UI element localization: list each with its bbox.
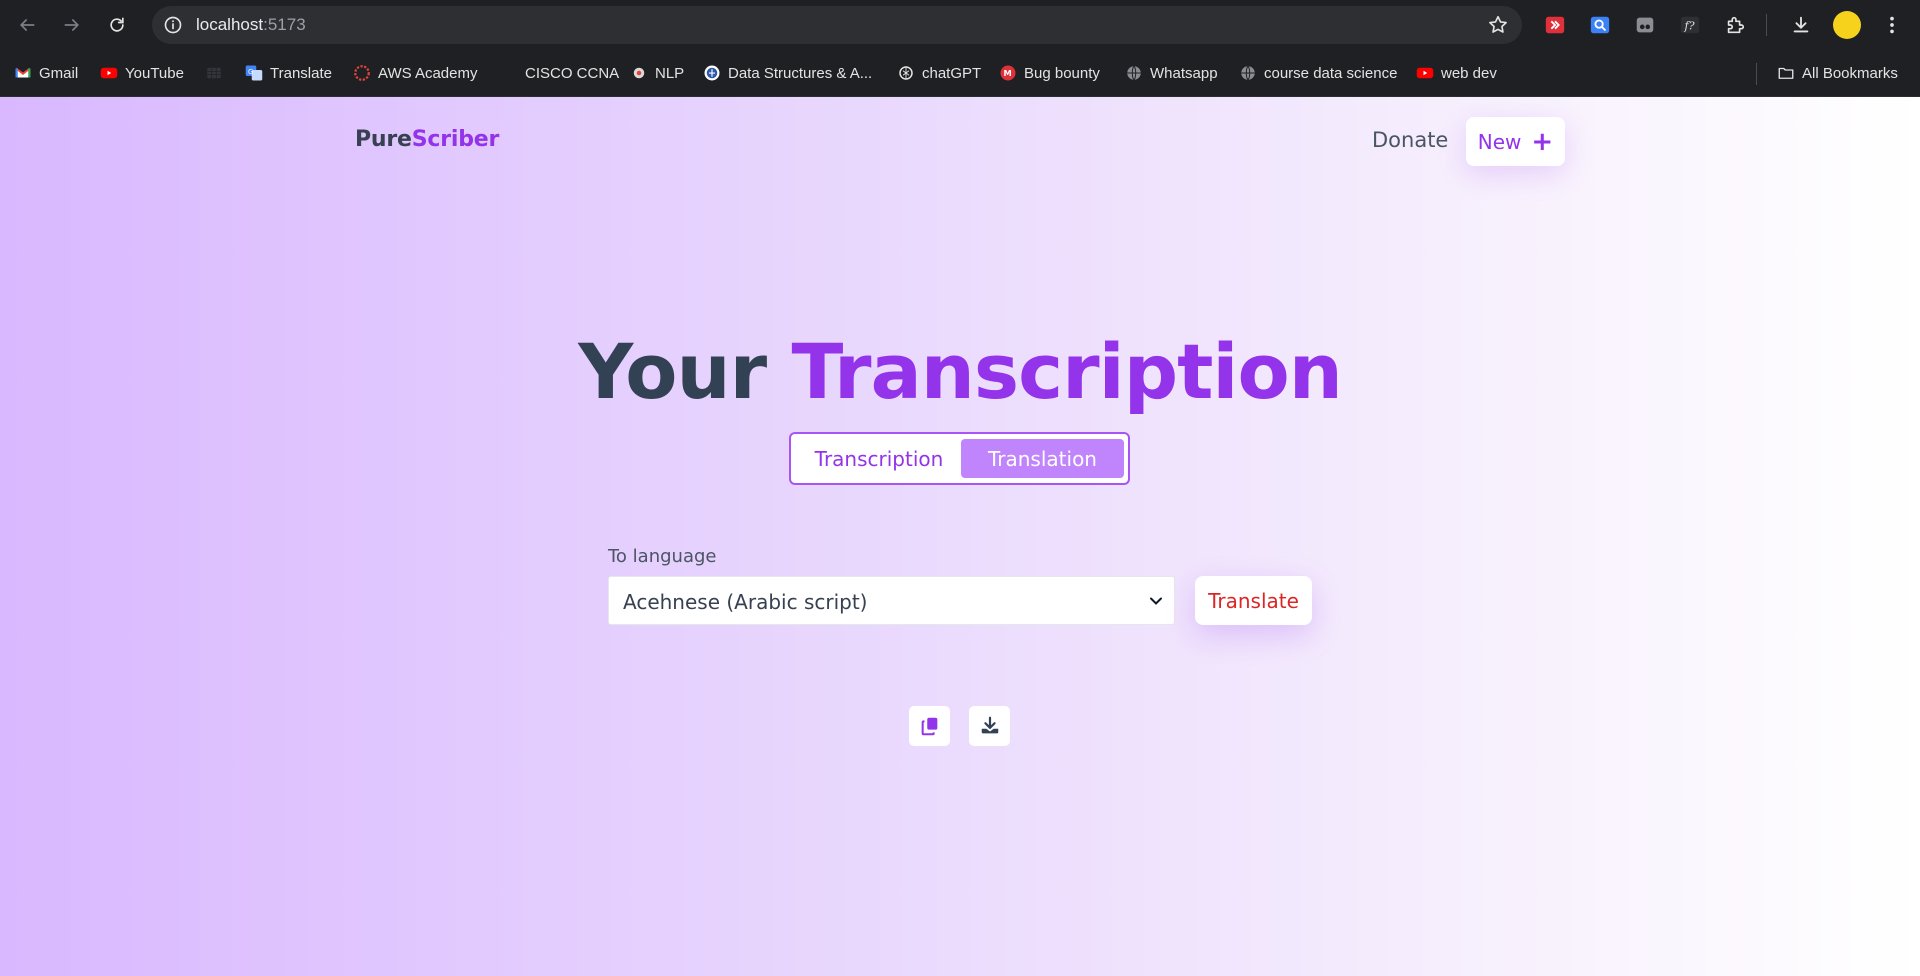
forward-arrow-icon <box>64 19 80 31</box>
bookmark-label: AWS Academy <box>378 64 478 82</box>
new-button-label: New <box>1477 129 1522 154</box>
bookmark-grid[interactable] <box>205 60 230 86</box>
language-select-value: Acehnese (Arabic script) <box>623 590 868 614</box>
grid-icon <box>205 64 223 82</box>
downloads-icon[interactable] <box>1787 11 1815 39</box>
bookmarks-bar: Gmail YouTube G Translate AWS Academy CI… <box>0 50 1920 97</box>
donate-link[interactable]: Donate <box>1372 128 1448 152</box>
download-button[interactable] <box>969 706 1010 746</box>
translate-icon: G <box>245 64 263 82</box>
language-select[interactable]: Acehnese (Arabic script) <box>608 576 1175 625</box>
bookmark-label: course data science <box>1264 64 1398 82</box>
svg-text:G: G <box>248 68 253 76</box>
bookmark-nlp[interactable]: NLP <box>630 60 684 86</box>
page: PureScriber Donate New + Your Transcript… <box>0 97 1920 976</box>
bookmark-translate[interactable]: G Translate <box>245 60 332 86</box>
app-logo[interactable]: PureScriber <box>355 127 499 152</box>
bookmark-course-data-science[interactable]: course data science <box>1239 60 1397 86</box>
bookmark-label: Gmail <box>39 64 79 82</box>
back-button[interactable] <box>12 10 42 40</box>
bookmark-gmail[interactable]: Gmail <box>14 60 78 86</box>
youtube-icon <box>1416 64 1434 82</box>
svg-text:M: M <box>1004 68 1012 78</box>
bookmark-label: chatGPT <box>922 64 982 82</box>
folder-icon <box>1777 64 1795 82</box>
nlp-icon <box>630 64 648 82</box>
extensions-puzzle-icon[interactable] <box>1721 11 1749 39</box>
bookmark-star-icon[interactable] <box>1486 13 1510 37</box>
bookmark-aws-academy[interactable]: AWS Academy <box>353 60 477 86</box>
bookmarks-divider <box>1756 63 1757 85</box>
all-bookmarks[interactable]: All Bookmarks <box>1777 60 1898 86</box>
back-arrow-icon <box>19 19 35 31</box>
bookmark-label: YouTube <box>125 64 184 82</box>
bookmark-bug-bounty[interactable]: M Bug bounty <box>999 60 1100 86</box>
logo-part-1: Pure <box>355 127 412 152</box>
new-button[interactable]: New + <box>1466 117 1565 166</box>
plus-icon: + <box>1531 126 1554 157</box>
svg-text:f?: f? <box>1684 20 1695 33</box>
bookmark-label: web dev <box>1441 64 1497 82</box>
bookmark-chatgpt[interactable]: chatGPT <box>897 60 981 86</box>
cisco-icon <box>500 64 518 82</box>
bug-bounty-icon: M <box>999 64 1017 82</box>
chevron-down-icon <box>1150 597 1162 605</box>
forward-button[interactable] <box>57 10 87 40</box>
bookmark-cisco[interactable]: CISCO CCNA <box>500 60 619 86</box>
bookmark-youtube[interactable]: YouTube <box>100 60 184 86</box>
copy-button[interactable] <box>909 706 950 746</box>
url-port: :5173 <box>263 15 306 34</box>
data-structures-icon <box>703 64 721 82</box>
toolbar-divider <box>1766 14 1767 36</box>
bookmark-whatsapp[interactable]: Whatsapp <box>1125 60 1218 86</box>
translate-button[interactable]: Translate <box>1195 576 1312 625</box>
extension-search-icon[interactable] <box>1586 11 1614 39</box>
globe-icon <box>1239 64 1257 82</box>
bookmark-web-dev[interactable]: web dev <box>1416 60 1497 86</box>
bookmark-label: Bug bounty <box>1024 64 1100 82</box>
reload-icon <box>110 17 124 32</box>
extension-red-icon[interactable] <box>1541 11 1569 39</box>
bookmark-label: Whatsapp <box>1150 64 1218 82</box>
extension-reader-icon[interactable] <box>1631 11 1659 39</box>
url-text: localhost:5173 <box>196 15 306 35</box>
extension-formula-icon[interactable]: f? <box>1676 11 1704 39</box>
url-host: localhost <box>196 15 264 34</box>
globe-icon <box>1125 64 1143 82</box>
aws-academy-icon <box>353 64 371 82</box>
copy-icon <box>921 717 937 736</box>
bookmark-label: NLP <box>655 64 685 82</box>
menu-kebab-icon[interactable] <box>1878 11 1906 39</box>
bookmark-label: Translate <box>270 64 332 82</box>
address-bar[interactable]: localhost:5173 <box>152 6 1522 44</box>
reload-button[interactable] <box>102 10 132 40</box>
title-part-2: Transcription <box>791 327 1343 416</box>
chatgpt-icon <box>897 64 915 82</box>
all-bookmarks-label: All Bookmarks <box>1802 64 1898 82</box>
profile-avatar[interactable] <box>1833 11 1861 39</box>
bookmark-label: CISCO CCNA <box>525 64 620 82</box>
mode-tabs: Transcription Translation <box>789 432 1130 485</box>
logo-part-2: Scriber <box>411 127 500 152</box>
download-icon <box>981 716 998 734</box>
youtube-icon <box>100 64 118 82</box>
site-info-icon[interactable] <box>162 14 184 36</box>
title-part-1: Your <box>578 327 767 416</box>
to-language-label: To language <box>608 546 717 567</box>
page-title: Your Transcription <box>0 327 1920 416</box>
bookmark-data-structures[interactable]: Data Structures & A... <box>703 60 872 86</box>
browser-toolbar: localhost:5173 f? <box>0 0 1920 50</box>
tab-transcription[interactable]: Transcription <box>799 439 959 478</box>
bookmark-label: Data Structures & A... <box>728 64 873 82</box>
tab-translation[interactable]: Translation <box>961 439 1124 478</box>
gmail-icon <box>14 64 32 82</box>
